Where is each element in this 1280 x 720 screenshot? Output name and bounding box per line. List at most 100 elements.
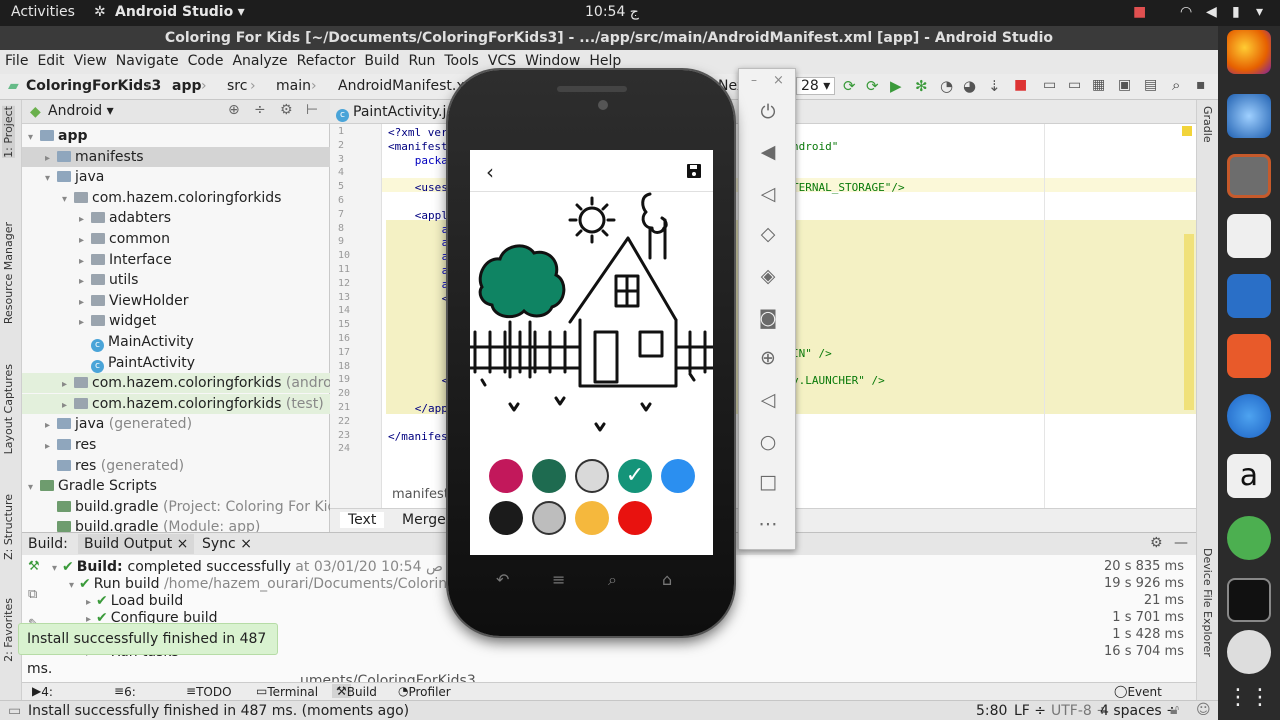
project-structure-icon[interactable]: ▦ [1092,77,1105,93]
expanded-arrow-icon[interactable]: ▾ [28,128,40,146]
tree-item[interactable]: ▸ com.hazem.coloringforkids (androidT [22,373,330,394]
expand-arrow-icon[interactable]: ▾ [52,563,57,574]
activities-button[interactable]: Activities [11,4,75,20]
writer-icon[interactable] [1227,274,1271,318]
menu-code[interactable]: Code [183,50,228,69]
collapsed-arrow-icon[interactable]: ▸ [45,416,57,434]
phone-menu-key-icon[interactable]: ≡ [552,570,565,589]
android-studio-dock-icon[interactable] [1227,516,1271,560]
volume-up-icon[interactable]: ◀︎ [755,139,781,165]
tree-item[interactable]: build.gradle (Project: Coloring For Kids… [22,497,330,517]
more-icon[interactable]: ⋯ [755,511,781,537]
color-swatch[interactable] [618,501,652,535]
power-menu-icon[interactable]: ▾ [1256,4,1263,20]
collapsed-arrow-icon[interactable]: ▸ [45,149,57,167]
build-row[interactable]: ▾ ✔ Build: completed successfully at 03/01… [52,559,443,576]
device-file-explorer-tab[interactable]: Device File Explorer [1201,548,1214,657]
breadcrumb-src[interactable]: src [227,78,247,94]
menu-help[interactable]: Help [584,50,625,69]
search-icon[interactable]: ⌕ [1172,76,1180,94]
tree-item[interactable]: ▾ Gradle Scripts [22,476,330,496]
lock-icon[interactable]: 🔓︎ [1170,702,1179,718]
menu-file[interactable]: File [0,50,32,69]
collapsed-arrow-icon[interactable]: ▸ [79,293,91,311]
sdk-manager-icon[interactable]: ▭ [1068,77,1081,93]
inspector-icon[interactable]: ☺ [1196,702,1211,718]
tab-paintactivity[interactable]: c PaintActivity.ja [336,104,455,122]
favorites-tab[interactable]: 2: Favorites [2,598,15,662]
tab-text[interactable]: Text [340,512,385,528]
profile-icon[interactable]: ◔ [940,77,953,95]
collapsed-arrow-icon[interactable]: ▸ [79,252,91,270]
breadcrumb-project[interactable]: ColoringForKids3 [26,78,161,94]
apply-changes-icon[interactable]: ⟳ [843,77,856,95]
system-clock[interactable]: 10:54 ج [585,4,639,20]
tree-item[interactable]: ▸ manifests [22,146,330,167]
tree-item[interactable]: ▸ com.hazem.coloringforkids (test) [22,393,330,414]
collapsed-arrow-icon[interactable]: ▸ [79,231,91,249]
back-icon[interactable]: ◁ [755,387,781,413]
expanded-arrow-icon[interactable]: ▾ [28,478,40,496]
copy-icon[interactable]: ⧉ [28,587,37,602]
structure-tab[interactable]: Z: Structure [2,494,15,560]
tree-item[interactable]: ▸ common [22,229,330,249]
menu-run[interactable]: Run [404,50,440,69]
gradle-sync-icon[interactable]: ⇣ [988,77,1001,95]
api-level-dropdown[interactable]: 28 ▾ [796,77,836,95]
firefox-icon[interactable] [1227,30,1271,74]
color-swatch[interactable] [532,459,566,493]
caret-position[interactable]: 5:80 [976,703,1007,719]
phone-search-key-icon[interactable]: ⌕ [608,570,617,590]
tree-item[interactable]: ▸ widget [22,311,330,331]
menu-edit[interactable]: Edit [32,50,68,69]
hammer-icon[interactable]: ⚒ [28,559,40,574]
expand-arrow-icon[interactable]: ▸ [86,597,91,608]
phone-back-key-icon[interactable]: ↶ [496,570,509,589]
tree-item[interactable]: ▸ java (generated) [22,414,330,434]
collapsed-arrow-icon[interactable]: ▸ [79,272,91,290]
avd-manager-icon[interactable]: ▭ [1043,77,1056,93]
project-view-dropdown[interactable]: Android ▾ [48,103,114,119]
tab-build-output[interactable]: Build Output × [78,534,195,554]
rotate-right-icon[interactable]: ◈ [755,263,781,289]
color-swatch[interactable] [575,501,609,535]
collapse-all-icon[interactable]: ÷ [254,102,266,118]
tree-item[interactable]: ▸ adabters [22,208,330,228]
tree-item[interactable]: ▸ Interface [22,250,330,270]
home-icon[interactable]: ○ [755,429,781,455]
show-apps-icon[interactable]: ⋮⋮ [1227,676,1271,720]
layout-inspector-icon[interactable]: ▣ [1118,77,1131,93]
google-account-icon[interactable]: ▪ [1196,77,1206,93]
breadcrumb-main[interactable]: main [276,78,311,94]
terminal-icon[interactable] [1227,578,1271,622]
line-separator[interactable]: LF ÷ [1014,703,1046,719]
build-row[interactable]: ▾ ✔ Run build /home/hazem_ourari/Documents… [69,576,464,593]
coloring-canvas[interactable] [470,192,713,440]
close-emulator-icon[interactable]: × [773,73,784,88]
build-row[interactable]: ▸ ✔ Load build [86,593,183,610]
settings-icon[interactable]: ⚙ [280,102,293,118]
power-icon[interactable]: ⏻ [755,99,781,125]
tab-sync[interactable]: Sync × [202,536,252,552]
status-toggle-icon[interactable]: ▭ [8,703,21,719]
help-icon[interactable] [1227,394,1271,438]
back-arrow-icon[interactable]: ‹ [486,160,494,184]
collapsed-arrow-icon[interactable]: ▸ [45,437,57,455]
menu-build[interactable]: Build [359,50,403,69]
menu-navigate[interactable]: Navigate [111,50,183,69]
menu-refactor[interactable]: Refactor [292,50,360,69]
tree-item[interactable]: ▾ com.hazem.coloringforkids [22,188,330,208]
tool-build[interactable]: ⚒ Build [332,684,377,699]
debug-icon[interactable]: ✻ [915,77,928,95]
apply-code-changes-icon[interactable]: ⟳ [866,77,879,95]
tree-item[interactable]: c MainActivity [22,332,330,352]
menu-tools[interactable]: Tools [439,50,483,69]
expand-arrow-icon[interactable]: ▾ [69,580,74,591]
hide-panel-icon[interactable]: ⊢ [306,102,318,118]
color-swatch[interactable] [661,459,695,493]
phone-home-key-icon[interactable]: ⌂ [662,570,672,589]
stop-icon[interactable]: ■ [1014,77,1027,93]
tool-run[interactable]: ▶ 4: Run [32,684,64,713]
gradle-tab[interactable]: Gradle [1201,106,1214,143]
menu-view[interactable]: View [69,50,111,69]
